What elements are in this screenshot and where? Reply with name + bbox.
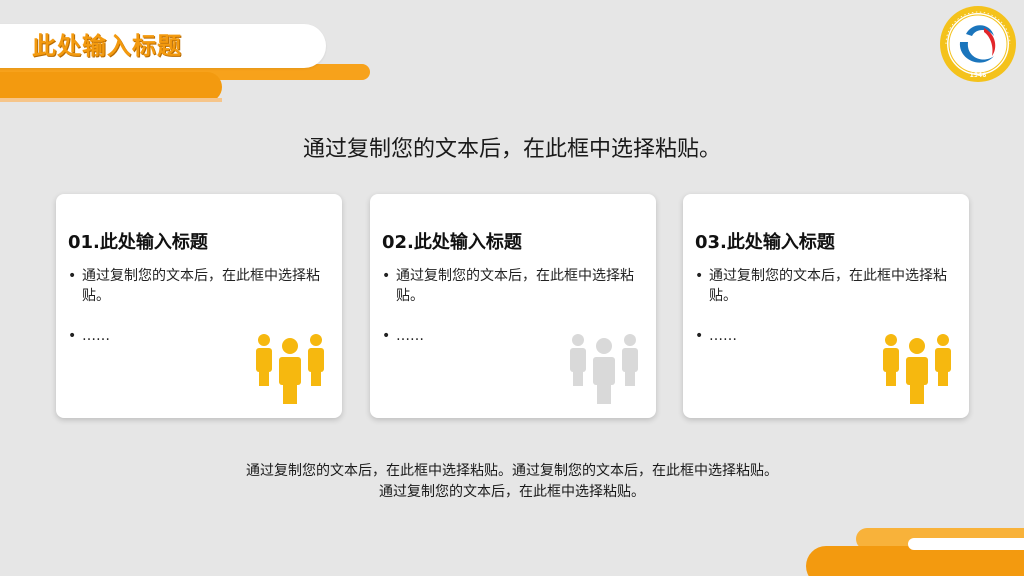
page-title: 此处输入标题 [32,32,182,60]
footer-text: 通过复制您的文本后，在此框中选择粘贴。通过复制您的文本后，在此框中选择粘贴。 通… [0,461,1024,503]
card-title: 01.此处输入标题 [68,232,208,253]
card-title: 02.此处输入标题 [382,232,522,253]
footer-line: 通过复制您的文本后，在此框中选择粘贴。 [379,484,645,500]
university-seal-logo: 1946 [938,4,1018,84]
people-group-icon [256,334,324,404]
bullet-item: 通过复制您的文本后，在此框中选择粘贴。 [382,266,644,306]
slide: 此处输入标题 1946 通过复制您的文本后，在此框中选择粘贴。 01.此处输入标… [0,0,1024,576]
bullet-item: 通过复制您的文本后，在此框中选择粘贴。 [695,266,957,306]
bullet-item: 通过复制您的文本后，在此框中选择粘贴。 [68,266,330,306]
card-2: 02.此处输入标题 通过复制您的文本后，在此框中选择粘贴。 …… [370,194,656,418]
footer-ribbon-deep [806,546,1024,576]
footer-ribbon-white [908,538,1024,550]
people-group-icon [883,334,951,404]
header-stripe [0,98,222,102]
subtitle: 通过复制您的文本后，在此框中选择粘贴。 [302,137,721,162]
card-title: 03.此处输入标题 [695,232,835,253]
people-group-icon [570,334,638,404]
svg-text:1946: 1946 [970,72,987,79]
card-1: 01.此处输入标题 通过复制您的文本后，在此框中选择粘贴。 …… [56,194,342,418]
card-3: 03.此处输入标题 通过复制您的文本后，在此框中选择粘贴。 …… [683,194,969,418]
footer-line: 通过复制您的文本后，在此框中选择粘贴。通过复制您的文本后，在此框中选择粘贴。 [246,463,778,479]
